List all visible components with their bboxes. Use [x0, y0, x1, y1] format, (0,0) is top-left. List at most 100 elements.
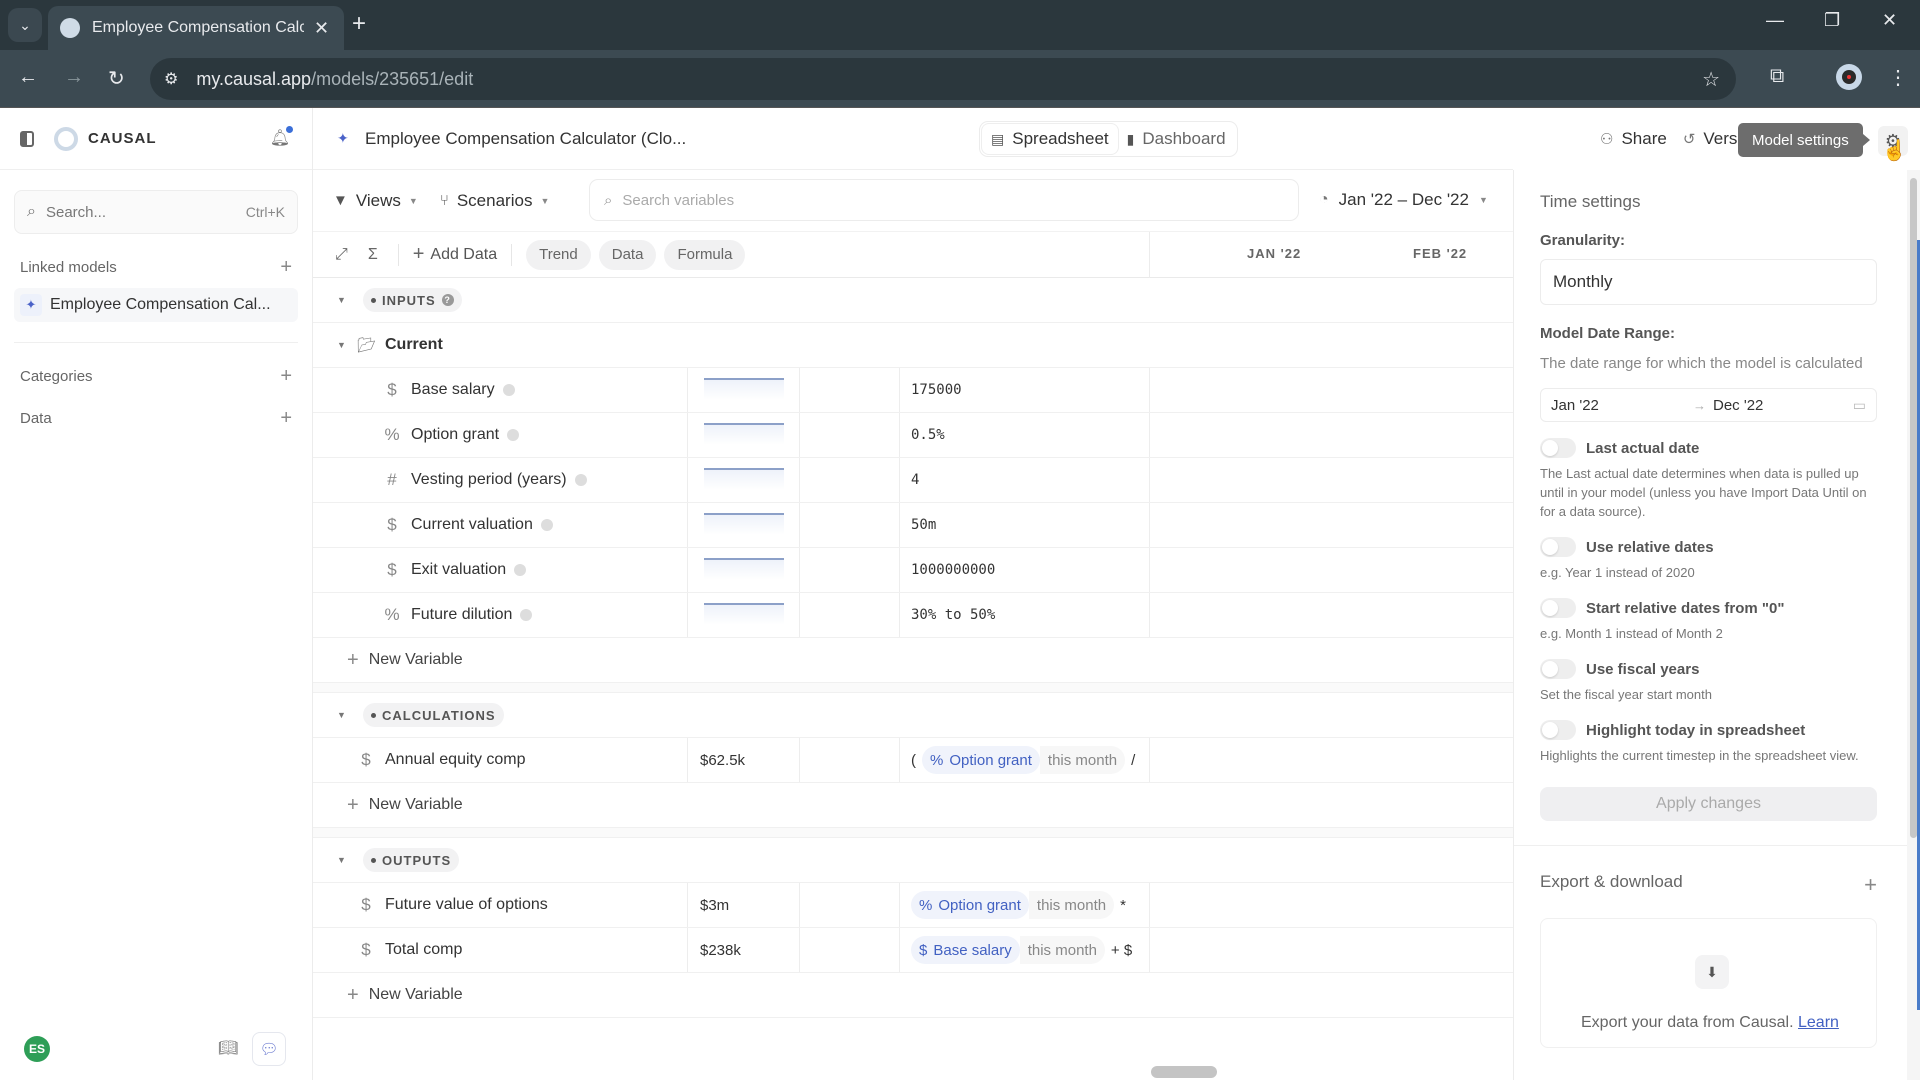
- granularity-select[interactable]: Monthly: [1540, 259, 1877, 305]
- variable-name[interactable]: Annual equity comp: [385, 751, 526, 769]
- expand-icon[interactable]: ⤢: [335, 246, 348, 264]
- group-row-inputs[interactable]: ▼ INPUTS?: [313, 278, 1513, 323]
- variable-name[interactable]: Total comp: [385, 941, 462, 959]
- new-variable-row[interactable]: + New Variable: [313, 973, 1513, 1018]
- variable-value[interactable]: 1000000000: [911, 562, 995, 578]
- tab-dashboard[interactable]: ▮ Dashboard: [1118, 124, 1235, 154]
- tab-spreadsheet[interactable]: ▤ Spreadsheet: [982, 124, 1118, 154]
- sidebar-search[interactable]: ⌕ Search... Ctrl+K: [14, 190, 298, 234]
- variable-value[interactable]: 4: [911, 472, 919, 488]
- help-icon[interactable]: [507, 428, 520, 441]
- variable-value[interactable]: 30% to 50%: [911, 607, 995, 623]
- table-row[interactable]: $ Current valuation 50m: [313, 503, 1513, 548]
- new-tab-button[interactable]: +: [352, 10, 366, 38]
- tab-search-button[interactable]: ⌄: [8, 8, 42, 42]
- sidebar-toggle-icon[interactable]: [20, 130, 34, 147]
- categories-section[interactable]: Categories +: [0, 355, 312, 397]
- horizontal-scrollbar[interactable]: [1151, 1066, 1217, 1078]
- formula-cell[interactable]: % Option grant this month *: [911, 891, 1147, 919]
- variable-value[interactable]: 0.5%: [911, 427, 945, 443]
- notifications-bell-icon[interactable]: 🔔︎: [270, 126, 294, 148]
- variable-name[interactable]: Option grant: [411, 426, 520, 444]
- sigma-icon[interactable]: Σ: [368, 246, 378, 264]
- views-dropdown[interactable]: ▼ Views ▼: [333, 191, 418, 211]
- collapse-caret-icon[interactable]: ▼: [337, 710, 346, 720]
- formula-ref[interactable]: $ Base salary: [911, 936, 1020, 964]
- close-window-icon[interactable]: ✕: [1882, 10, 1897, 31]
- share-button[interactable]: ⚇ Share: [1600, 129, 1667, 149]
- help-icon[interactable]: [514, 563, 527, 576]
- variable-name[interactable]: Base salary: [411, 381, 515, 399]
- new-variable-button[interactable]: + New Variable: [347, 794, 463, 817]
- model-title[interactable]: Employee Compensation Calculator (Clo...: [365, 129, 686, 149]
- minimize-icon[interactable]: —: [1766, 10, 1784, 31]
- new-variable-row[interactable]: + New Variable: [313, 783, 1513, 828]
- group-row-outputs[interactable]: ▼ OUTPUTS: [313, 838, 1513, 883]
- variable-name[interactable]: Vesting period (years): [411, 471, 587, 489]
- browser-menu-icon[interactable]: ⋮: [1888, 65, 1908, 90]
- close-tab-icon[interactable]: ✕: [314, 18, 329, 39]
- group-row-calculations[interactable]: ▼ CALCULATIONS: [313, 693, 1513, 738]
- browser-tab[interactable]: Employee Compensation Calculator ✕: [48, 6, 344, 50]
- scenarios-dropdown[interactable]: ⑂ Scenarios ▼: [440, 191, 550, 211]
- range-start[interactable]: Jan '22: [1551, 397, 1599, 414]
- table-row[interactable]: % Option grant 0.5%: [313, 413, 1513, 458]
- help-icon[interactable]: [502, 383, 515, 396]
- formula-ref[interactable]: % Option grant: [922, 746, 1040, 774]
- variable-search-input[interactable]: [622, 191, 1223, 209]
- table-row[interactable]: $ Base salary 175000: [313, 368, 1513, 413]
- variable-name[interactable]: Future dilution: [411, 606, 533, 624]
- docs-book-icon[interactable]: 📖︎: [218, 1038, 238, 1058]
- table-row[interactable]: $ Total comp $238k $ Base salary this month +…: [313, 928, 1513, 973]
- help-icon[interactable]: [540, 518, 553, 531]
- pill-formula[interactable]: Formula: [664, 239, 746, 270]
- new-variable-row[interactable]: + New Variable: [313, 638, 1513, 683]
- help-icon[interactable]: [520, 608, 533, 621]
- help-icon[interactable]: ?: [441, 294, 454, 306]
- date-range-dropdown[interactable]: ◔ Jan '22 – Dec '22 ▼: [1319, 190, 1488, 210]
- data-section[interactable]: Data +: [0, 397, 312, 439]
- table-row[interactable]: % Future dilution 30% to 50%: [313, 593, 1513, 638]
- toggle-highlight-today[interactable]: [1540, 720, 1576, 740]
- apply-changes-button[interactable]: Apply changes: [1540, 787, 1877, 821]
- formula-ref[interactable]: % Option grant: [911, 891, 1029, 919]
- sidebar-item-linked-model[interactable]: ✦ Employee Compensation Cal...: [14, 288, 298, 322]
- new-variable-button[interactable]: + New Variable: [347, 649, 463, 672]
- add-export-icon[interactable]: +: [1864, 872, 1877, 898]
- add-data-button[interactable]: + Add Data: [413, 243, 497, 266]
- table-row[interactable]: # Vesting period (years) 4: [313, 458, 1513, 503]
- variable-value[interactable]: 50m: [911, 517, 936, 533]
- collapse-caret-icon[interactable]: ▼: [337, 855, 346, 865]
- toggle-start-from-zero[interactable]: [1540, 598, 1576, 618]
- help-icon[interactable]: [574, 473, 587, 486]
- site-info-icon[interactable]: ⚙: [164, 69, 178, 89]
- variable-name[interactable]: Exit valuation: [411, 561, 527, 579]
- formula-cell[interactable]: $ Base salary this month + $: [911, 936, 1147, 964]
- table-row[interactable]: $ Annual equity comp $62.5k (% Option grant…: [313, 738, 1513, 783]
- new-variable-button[interactable]: + New Variable: [347, 984, 463, 1007]
- variable-search[interactable]: ⌕: [589, 179, 1299, 221]
- toggle-relative-dates[interactable]: [1540, 537, 1576, 557]
- formula-cell[interactable]: (% Option grant this month /: [911, 746, 1147, 774]
- restore-icon[interactable]: ❐: [1824, 10, 1840, 31]
- model-date-range-picker[interactable]: Jan '22 → Dec '22 ▭: [1540, 388, 1877, 422]
- add-category-icon[interactable]: +: [280, 365, 292, 388]
- range-end[interactable]: Dec '22: [1713, 397, 1763, 414]
- user-avatar[interactable]: ES: [24, 1036, 50, 1062]
- table-row[interactable]: $ Exit valuation 1000000000: [313, 548, 1513, 593]
- url-bar[interactable]: ⚙ my.causal.app /models/235651/edit ☆: [150, 58, 1736, 100]
- vertical-scrollbar[interactable]: [1907, 170, 1920, 1080]
- add-linked-model-icon[interactable]: +: [280, 256, 292, 279]
- table-row[interactable]: $ Future value of options $3m % Option gran…: [313, 883, 1513, 928]
- reload-icon[interactable]: ↻: [108, 66, 125, 91]
- pill-data[interactable]: Data: [598, 239, 657, 270]
- variable-name[interactable]: Future value of options: [385, 896, 548, 914]
- extensions-icon[interactable]: ⧉: [1770, 65, 1784, 88]
- back-icon[interactable]: ←: [18, 66, 38, 89]
- folder-row-current[interactable]: ▼ 📂︎ Current: [313, 323, 1513, 368]
- profile-avatar[interactable]: [1836, 64, 1862, 90]
- collapse-caret-icon[interactable]: ▼: [337, 340, 346, 350]
- learn-link[interactable]: Learn: [1798, 1014, 1839, 1031]
- calendar-icon[interactable]: ▭: [1853, 397, 1866, 414]
- variable-value[interactable]: 175000: [911, 382, 962, 398]
